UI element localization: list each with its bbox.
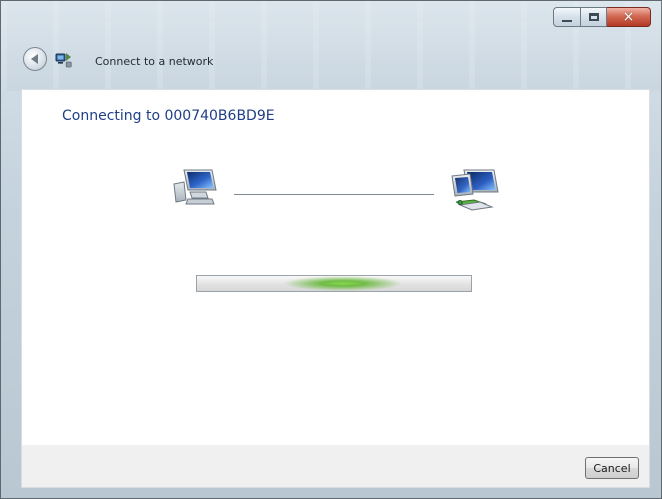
window-title: Connect to a network (95, 55, 214, 68)
cancel-button[interactable]: Cancel (585, 457, 639, 479)
close-icon: × (622, 9, 635, 25)
dialog-content: Connecting to 000740B6BD9E (21, 89, 650, 445)
connection-progress-bar (196, 275, 472, 292)
close-button[interactable]: × (607, 7, 651, 27)
caption-buttons: × (553, 7, 651, 27)
maximize-button[interactable] (581, 7, 607, 27)
computer-icon (173, 169, 217, 205)
progress-indicator (283, 276, 403, 291)
maximize-icon (588, 13, 599, 21)
network-wizard-icon (55, 53, 72, 68)
back-arrow-icon (30, 54, 38, 64)
dialog-button-bar: Cancel (21, 445, 650, 488)
network-computers-icon (451, 169, 499, 211)
minimize-icon (562, 20, 572, 22)
back-button[interactable] (23, 47, 47, 71)
connection-line (234, 194, 434, 195)
minimize-button[interactable] (553, 7, 581, 27)
connecting-heading: Connecting to 000740B6BD9E (62, 108, 275, 124)
connect-to-network-window: × Connect to a network Connecting to 000… (0, 0, 662, 499)
